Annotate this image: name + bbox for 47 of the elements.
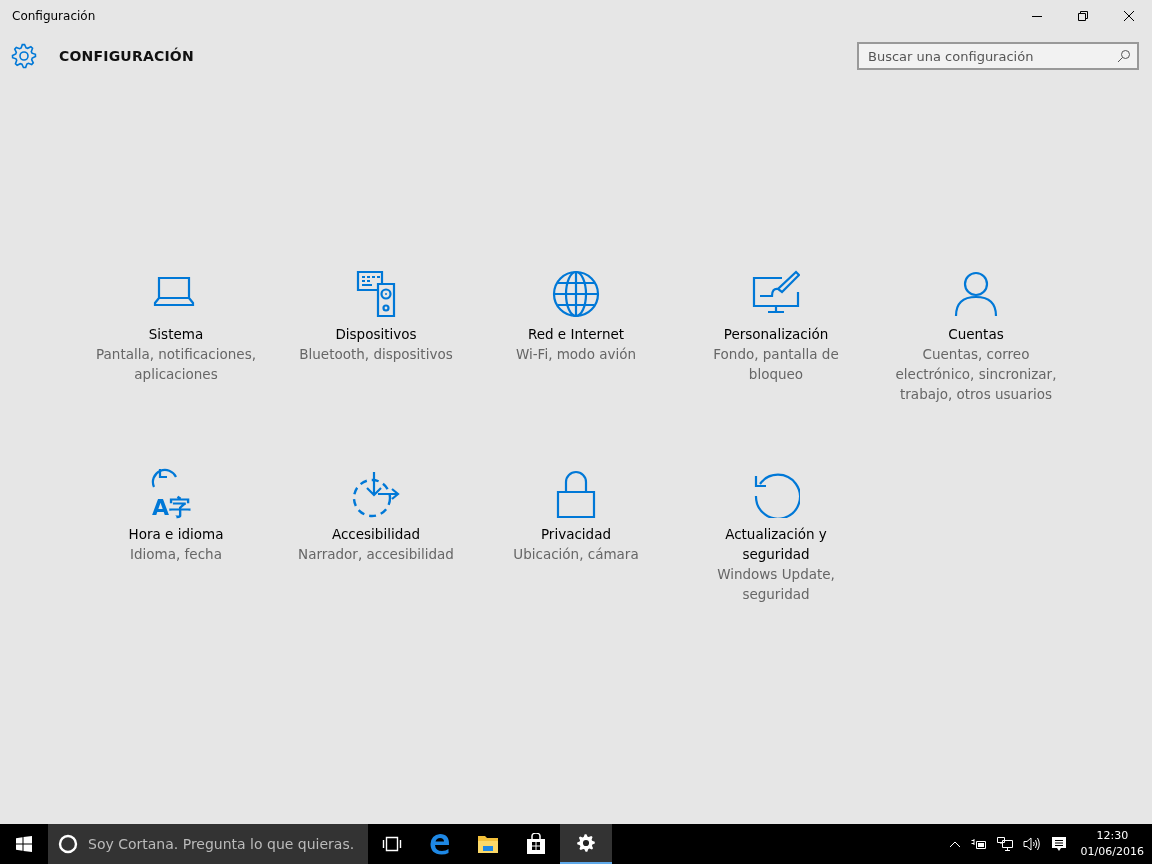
category-title[interactable]: Accesibilidad xyxy=(331,524,421,544)
search-icon xyxy=(1117,49,1131,63)
network-icon xyxy=(996,837,1013,851)
window-title: Configuración xyxy=(12,9,96,23)
category-title[interactable]: Hora e idioma xyxy=(128,524,224,544)
folder-icon xyxy=(477,834,499,854)
task-view-icon xyxy=(382,836,402,852)
clock-icon xyxy=(151,466,178,490)
category-description: Idioma, fecha xyxy=(130,545,222,564)
close-icon xyxy=(1123,10,1135,22)
category-title[interactable]: Privacidad xyxy=(540,524,612,544)
category-description: Fondo, pantalla de bloqueo xyxy=(712,345,840,384)
clock-time: 12:30 xyxy=(1096,828,1129,844)
clock-date: 01/06/2016 xyxy=(1080,844,1144,860)
category-title[interactable]: Personalización xyxy=(723,324,829,344)
person-icon xyxy=(952,270,1000,318)
category-description: Cuentas, correo electrónico, sincronizar, trabajo, otros usuarios xyxy=(894,345,1058,404)
cortana-ring-icon xyxy=(58,834,78,854)
category-title[interactable]: Sistema xyxy=(148,324,204,344)
notification-icon xyxy=(1050,836,1067,852)
settings-icon-button[interactable] xyxy=(560,824,612,864)
category-description: Ubicación, cámara xyxy=(513,545,639,564)
restore-icon xyxy=(1077,10,1089,22)
category-description: Bluetooth, dispositivos xyxy=(299,345,453,364)
search-field[interactable]: Buscar una configuración xyxy=(857,42,1139,70)
category-title[interactable]: Red e Internet xyxy=(527,324,625,344)
settings-icon xyxy=(576,833,596,853)
category-description: Narrador, accesibilidad xyxy=(298,545,454,564)
page-title: CONFIGURACIÓN xyxy=(59,48,194,64)
category-description: Windows Update, seguridad xyxy=(716,565,836,604)
keyboard-and-speaker-icon xyxy=(356,270,396,318)
shopping-bag-icon xyxy=(526,833,546,855)
category-description: Wi-Fi, modo avión xyxy=(515,345,637,364)
edge-browser-icon xyxy=(429,833,451,855)
globe-icon xyxy=(552,270,600,318)
cortana-search-field[interactable]: Soy Cortana. Pregunta lo que quieras. xyxy=(48,824,368,864)
category-title[interactable]: Dispositivos xyxy=(335,324,417,344)
windows-logo-icon xyxy=(16,836,32,852)
category-title[interactable]: Actualización y seguridad xyxy=(691,524,861,564)
settings-icon xyxy=(11,43,37,69)
dashed-clock-with-arrows-icon xyxy=(352,470,400,518)
category-description: Pantalla, notificaciones, aplicaciones xyxy=(95,345,257,384)
language-glyph: A字 xyxy=(152,496,192,520)
category-title[interactable]: Cuentas xyxy=(948,324,1004,344)
chevron-up-icon xyxy=(948,840,961,848)
speaker-icon xyxy=(1022,837,1041,851)
battery-icon xyxy=(970,838,987,850)
